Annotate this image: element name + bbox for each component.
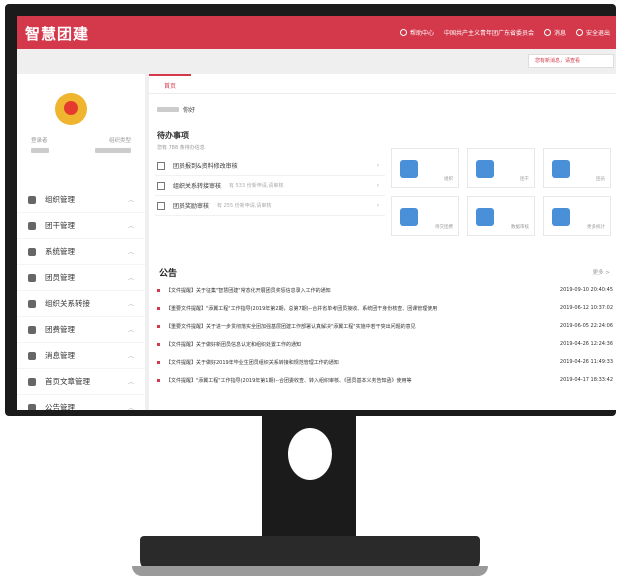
article-icon	[28, 377, 36, 386]
building-icon	[400, 160, 418, 178]
monitor-frame: 智慧团建 帮助中心 中国共产主义青年团广东省委员会 消息 安全退出 您有新消息，…	[5, 4, 616, 416]
bullet-icon	[157, 288, 160, 292]
user-info-labels: 登录者 组织类型	[31, 136, 131, 144]
chevron-right-icon: ›	[376, 182, 379, 189]
stand-cable-hole	[288, 428, 332, 480]
todo-count: 您有 788 条待办信息	[157, 145, 205, 151]
notice-icon	[28, 403, 36, 410]
stat-card-cadre[interactable]: 团干	[467, 148, 535, 188]
avatar	[55, 93, 87, 125]
notification-bubble[interactable]: 您有新消息，请查看	[528, 54, 614, 68]
person-icon	[476, 160, 494, 178]
user-info-values	[31, 148, 131, 153]
list-item[interactable]: 【重要文件提醒】"添翼工程"工作指导(2019年第2期，总第7期)--合并省单考…	[157, 299, 613, 317]
app-logo[interactable]: 智慧团建	[25, 23, 89, 44]
announcements-title: 公告	[159, 269, 178, 279]
chevron-up-icon: ︿	[127, 353, 134, 360]
cadre-icon	[28, 221, 36, 230]
org-link[interactable]: 中国共产主义青年团广东省委员会	[444, 28, 534, 37]
announcements-more-link[interactable]: 更多 >	[593, 268, 610, 276]
sidebar-item-member[interactable]: 团员管理 ︿	[17, 265, 145, 291]
bullet-icon	[157, 342, 160, 346]
monitor-stand-base-edge	[132, 566, 488, 576]
help-icon	[399, 29, 407, 36]
messages-link[interactable]: 消息	[543, 28, 566, 37]
bullet-icon	[157, 306, 160, 310]
sidebar-item-message[interactable]: 消息管理 ︿	[17, 343, 145, 369]
sidebar-item-article[interactable]: 首页文章管理 ︿	[17, 369, 145, 395]
bullet-icon	[157, 378, 160, 382]
todo-item[interactable]: 组织关系转接审核有 533 份新申请,请审核 ›	[155, 176, 385, 196]
tab-home[interactable]: 首页	[149, 74, 191, 94]
greeting: 你好	[157, 105, 195, 114]
sidebar-item-transfer[interactable]: 组织关系转接 ︿	[17, 291, 145, 317]
todo-list: 团员报到&资料修改审核 › 组织关系转接审核有 533 份新申请,请审核 › 团员奖…	[155, 156, 385, 216]
chevron-up-icon: ︿	[127, 405, 134, 410]
chevron-up-icon: ︿	[127, 223, 134, 230]
chevron-up-icon: ︿	[127, 197, 134, 204]
list-item[interactable]: 【文件提醒】关于做好新团员信息认定和组织处置工作的通知 2019-04-26 12…	[157, 335, 613, 353]
fee-icon	[28, 325, 36, 334]
sidebar-item-fee[interactable]: 团费管理 ︿	[17, 317, 145, 343]
group-icon	[552, 160, 570, 178]
top-bar: 智慧团建 帮助中心 中国共产主义青年团广东省委员会 消息 安全退出	[17, 16, 616, 49]
stat-card-member[interactable]: 团员	[543, 148, 611, 188]
todo-title: 待办事项	[157, 131, 189, 140]
chevron-up-icon: ︿	[127, 275, 134, 282]
tab-bar: 首页	[149, 74, 616, 94]
sidebar-item-org[interactable]: 组织管理 ︿	[17, 187, 145, 213]
help-link[interactable]: 帮助中心	[399, 28, 434, 37]
bullet-icon	[157, 360, 160, 364]
message-icon	[543, 29, 551, 36]
document-icon	[476, 208, 494, 226]
message-icon	[28, 351, 36, 360]
user-value-org-type	[95, 148, 131, 153]
screen: 智慧团建 帮助中心 中国共产主义青年团广东省委员会 消息 安全退出 您有新消息，…	[17, 16, 616, 410]
user-label-org-type: 组织类型	[108, 138, 131, 144]
list-item[interactable]: 【文件提醒】"添翼工程"工作指导(2019年第1期)--合团委收查、转入组织审核…	[157, 371, 613, 389]
folder-icon	[400, 208, 418, 226]
list-item[interactable]: 【文件提醒】关于征集"智慧团建"常态化开展团员奖惩信息录入工作的通知 2019-0…	[157, 281, 613, 299]
sidebar-item-notice[interactable]: 公告管理 ︿	[17, 395, 145, 410]
announcements-list: 【文件提醒】关于征集"智慧团建"常态化开展团员奖惩信息录入工作的通知 2019-0…	[157, 281, 613, 389]
stat-card-review[interactable]: 数据审核	[467, 196, 535, 236]
power-icon	[575, 29, 583, 36]
sidebar-item-cadre[interactable]: 团干管理 ︿	[17, 213, 145, 239]
checklist-icon	[157, 161, 165, 170]
transfer-icon	[28, 299, 36, 308]
main-content: 首页 你好 待办事项 您有 788 条待办信息 团员报到&资料修改审核 › 组织关…	[149, 74, 616, 410]
list-item[interactable]: 【重要文件提醒】关于进一步贯彻落实全团加强基层团建工作部署认真解决"添翼工程"实…	[157, 317, 613, 335]
sidebar-menu: 组织管理 ︿ 团干管理 ︿ 系统管理 ︿ 团员管理 ︿ 组织关系转接 ︿ 团费管理 ︿ 消息…	[17, 187, 145, 410]
todo-item[interactable]: 团员报到&资料修改审核 ›	[155, 156, 385, 176]
chevron-right-icon: ›	[376, 162, 379, 169]
chevron-right-icon: ›	[376, 202, 379, 209]
sidebar-item-system[interactable]: 系统管理 ︿	[17, 239, 145, 265]
stat-card-org[interactable]: 组织	[391, 148, 459, 188]
chevron-up-icon: ︿	[127, 327, 134, 334]
chevron-up-icon: ︿	[127, 249, 134, 256]
top-nav: 帮助中心 中国共产主义青年团广东省委员会 消息 安全退出	[399, 16, 610, 49]
member-icon	[28, 273, 36, 282]
stat-card-fee[interactable]: 待交团费	[391, 196, 459, 236]
user-name	[157, 107, 179, 112]
bullet-icon	[157, 324, 160, 328]
gear-icon	[157, 201, 165, 210]
org-icon	[28, 195, 36, 204]
todo-item[interactable]: 团员奖励审核有 255 份新申请,请审核 ›	[155, 196, 385, 216]
user-value-login	[31, 148, 49, 153]
chevron-up-icon: ︿	[127, 379, 134, 386]
stat-card-more[interactable]: 更多统计	[543, 196, 611, 236]
sidebar: 登录者 组织类型 组织管理 ︿ 团干管理 ︿ 系统管理 ︿ 团员管理 ︿ 组织关系转接 ︿…	[17, 74, 145, 410]
user-label-login: 登录者	[31, 138, 48, 144]
network-icon	[157, 181, 165, 190]
logout-link[interactable]: 安全退出	[575, 28, 610, 37]
system-icon	[28, 247, 36, 256]
bar-chart-icon	[552, 208, 570, 226]
chevron-up-icon: ︿	[127, 301, 134, 308]
list-item[interactable]: 【文件提醒】关于做好2019年毕业生团员组织关系转接和规范管理工作的通知 2019…	[157, 353, 613, 371]
